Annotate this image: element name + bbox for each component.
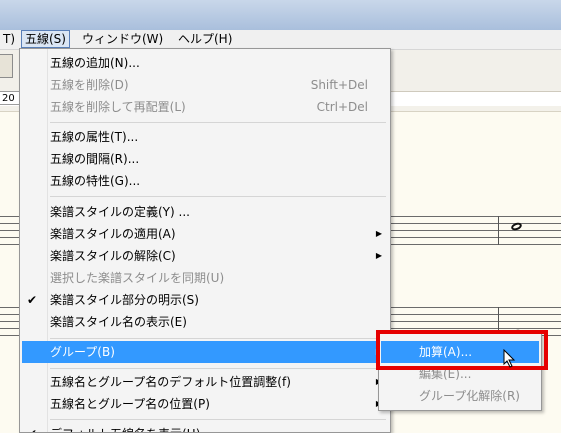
submenu-item-ungroup[interactable]: グループ化解除(R) [381,385,539,407]
menu-item-label: 五線の追加(N)... [50,56,140,70]
menu-item-label: デフォルト五線名を表示(H) [50,423,200,432]
menu-item-name-positions[interactable]: 五線名とグループ名の位置(P) ▶ [22,393,388,415]
menu-bar: T) 五線(S) ウィンドウ(W) ヘルプ(H) [0,30,561,50]
menu-item-label: 五線を削除(D) [50,78,129,92]
menubar-item-text[interactable]: T) [0,31,18,47]
menu-item-shortcut: Ctrl+Del [316,100,368,114]
menu-item-label: 楽譜スタイル名の表示(E) [50,315,187,329]
menu-item-add-staff[interactable]: 五線の追加(N)... [22,52,388,74]
menu-item-label: 楽譜スタイルの適用(A) [50,227,176,241]
menu-item-label: 五線の特性(G)... [50,174,141,188]
menu-item-show-staff-style-assignments[interactable]: ✔ 楽譜スタイル部分の明示(S) [22,289,388,311]
menu-item-label: 五線の間隔(R)... [50,152,140,166]
menu-item-staff-properties[interactable]: 五線の特性(G)... [22,170,388,192]
menu-item-delete-staff[interactable]: 五線を削除(D) Shift+Del [22,74,388,96]
menu-item-label: 五線の属性(T)... [50,130,139,144]
menu-item-label: 選択した楽譜スタイルを同期(U) [50,271,225,285]
submenu-item-label: グループ化解除(R) [419,389,520,403]
menu-item-label: 楽譜スタイルの解除(C) [50,249,176,263]
submenu-arrow-icon: ▶ [375,251,382,260]
menu-item-apply-staff-style[interactable]: 楽譜スタイルの適用(A) ▶ [22,223,388,245]
window-title-bar [0,0,561,30]
toolbar-button[interactable] [0,54,13,78]
mouse-cursor-icon [503,349,516,368]
menu-separator [50,419,386,420]
staff-menu: 五線の追加(N)... 五線を削除(D) Shift+Del 五線を削除して再配… [19,48,391,433]
menu-item-label: 楽譜スタイル部分の明示(S) [50,293,199,307]
menu-item-show-default-staff-names[interactable]: ✔ デフォルト五線名を表示(H) [22,423,388,432]
menu-item-label: 五線名とグループ名のデフォルト位置調整(f) [50,375,291,389]
checkmark-icon: ✔ [27,423,37,432]
menubar-item-staff[interactable]: 五線(S) [21,30,70,48]
menu-item-delete-and-rearrange[interactable]: 五線を削除して再配置(L) Ctrl+Del [22,96,388,118]
menu-item-staff-spacing[interactable]: 五線の間隔(R)... [22,148,388,170]
menu-item-groups[interactable]: グループ(B) ▶ [22,341,388,363]
menu-separator [50,196,386,197]
menubar-item-help[interactable]: ヘルプ(H) [175,31,235,47]
menu-item-staff-attributes[interactable]: 五線の属性(T)... [22,126,388,148]
menu-item-shortcut: Shift+Del [310,78,368,92]
menu-item-clear-staff-style[interactable]: 楽譜スタイルの解除(C) ▶ [22,245,388,267]
measure-number-field[interactable]: 20 [0,91,20,105]
barline [498,216,499,245]
menu-item-label: 楽譜スタイルの定義(Y) ... [50,205,190,219]
menu-item-default-name-positions[interactable]: 五線名とグループ名のデフォルト位置調整(f) ▶ [22,371,388,393]
menu-item-sync-staff-style[interactable]: 選択した楽譜スタイルを同期(U) [22,267,388,289]
menubar-item-window[interactable]: ウィンドウ(W) [79,31,166,47]
menu-item-define-staff-style[interactable]: 楽譜スタイルの定義(Y) ... [22,201,388,223]
menu-item-label: 五線を削除して再配置(L) [50,100,186,114]
menu-item-label: グループ(B) [50,345,115,359]
menu-item-show-staff-style-names[interactable]: 楽譜スタイル名の表示(E) [22,311,388,333]
menu-separator [50,122,386,123]
annotation-highlight-box [376,330,548,370]
menu-item-label: 五線名とグループ名の位置(P) [50,397,210,411]
checkmark-icon: ✔ [27,293,38,307]
menu-separator [50,338,386,339]
menu-separator [50,368,386,369]
submenu-arrow-icon: ▶ [375,229,382,238]
